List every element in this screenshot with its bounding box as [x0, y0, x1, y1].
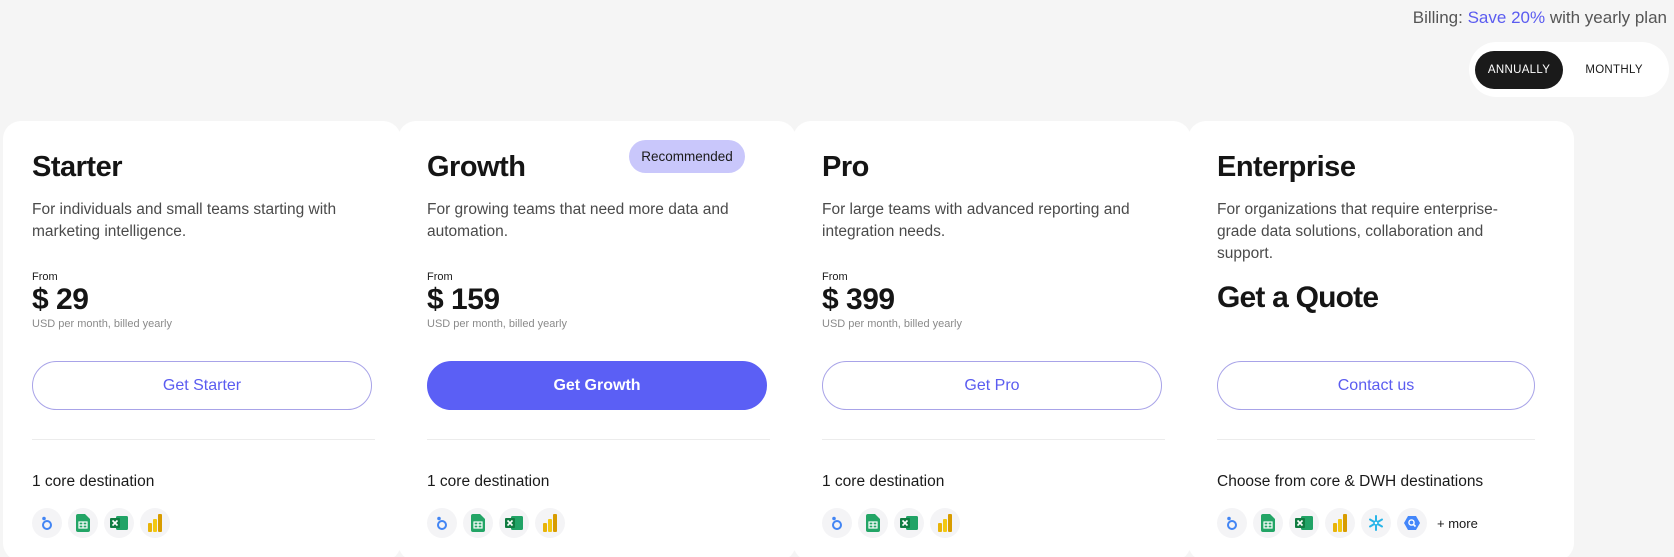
google-sheets-icon	[68, 508, 98, 538]
destination-icons	[427, 508, 571, 538]
price-note: USD per month, billed yearly	[32, 318, 173, 330]
pricing-cards: Starter For individuals and small teams …	[3, 121, 1674, 557]
get-growth-button[interactable]: Get Growth	[427, 361, 767, 410]
excel-icon	[1289, 508, 1319, 538]
billing-option-monthly[interactable]: MONTHLY	[1565, 51, 1663, 89]
excel-icon	[104, 508, 134, 538]
billing-label: Billing: Save 20% with yearly plan	[1413, 8, 1667, 28]
plan-title: Pro	[822, 151, 869, 183]
power-bi-icon	[1325, 508, 1355, 538]
billing-option-annually[interactable]: ANNUALLY	[1475, 50, 1564, 89]
power-bi-icon	[535, 508, 565, 538]
destination-icons	[822, 508, 966, 538]
looker-studio-icon	[32, 508, 62, 538]
plan-card-growth: Growth Recommended For growing teams tha…	[398, 121, 796, 557]
price-from-label: From	[822, 271, 848, 283]
divider	[427, 439, 770, 440]
price-from-label: From	[427, 271, 453, 283]
bigquery-icon	[1397, 508, 1427, 538]
more-destinations-link[interactable]: + more	[1437, 516, 1478, 531]
plan-card-starter: Starter For individuals and small teams …	[3, 121, 401, 557]
billing-prefix: Billing:	[1412, 8, 1463, 27]
plan-title: Enterprise	[1217, 151, 1356, 183]
destinations-label: 1 core destination	[427, 473, 550, 490]
plan-title: Growth	[427, 151, 526, 183]
excel-icon	[894, 508, 924, 538]
plan-price: $ 159	[427, 283, 500, 316]
destinations-label: 1 core destination	[32, 473, 155, 490]
recommended-badge: Recommended	[629, 140, 745, 173]
price-from-label: From	[32, 271, 58, 283]
plan-description: For organizations that require enterpris…	[1217, 201, 1498, 262]
looker-studio-icon	[1217, 508, 1247, 538]
destination-icons: + more	[1217, 508, 1478, 538]
plan-card-enterprise: Enterprise For organizations that requir…	[1188, 121, 1574, 557]
google-sheets-icon	[463, 508, 493, 538]
excel-icon	[499, 508, 529, 538]
plan-card-pro: Pro For large teams with advanced report…	[793, 121, 1191, 557]
destination-icons	[32, 508, 176, 538]
price-note: USD per month, billed yearly	[822, 318, 963, 330]
get-starter-button[interactable]: Get Starter	[32, 361, 372, 410]
plan-description: For individuals and small teams starting…	[32, 201, 337, 240]
power-bi-icon	[930, 508, 960, 538]
looker-studio-icon	[822, 508, 852, 538]
divider	[1217, 439, 1535, 440]
plan-title: Starter	[32, 151, 123, 183]
snowflake-icon	[1361, 508, 1391, 538]
google-sheets-icon	[1253, 508, 1283, 538]
contact-us-button[interactable]: Contact us	[1217, 361, 1535, 410]
divider	[32, 439, 375, 440]
billing-suffix: with yearly plan	[1549, 8, 1667, 27]
billing-save-text: Save 20%	[1467, 8, 1546, 27]
google-sheets-icon	[858, 508, 888, 538]
looker-studio-icon	[427, 508, 457, 538]
plan-description: For growing teams that need more data an…	[427, 201, 729, 240]
destinations-label: Choose from core & DWH destinations	[1217, 473, 1484, 490]
plan-price: $ 29	[32, 283, 89, 316]
price-note: USD per month, billed yearly	[427, 318, 568, 330]
billing-toggle: ANNUALLY MONTHLY	[1469, 42, 1669, 97]
plan-description: For large teams with advanced reporting …	[822, 201, 1130, 240]
get-a-quote-text: Get a Quote	[1217, 281, 1379, 314]
get-pro-button[interactable]: Get Pro	[822, 361, 1162, 410]
divider	[822, 439, 1165, 440]
destinations-label: 1 core destination	[822, 473, 945, 490]
plan-price: $ 399	[822, 283, 895, 316]
power-bi-icon	[140, 508, 170, 538]
